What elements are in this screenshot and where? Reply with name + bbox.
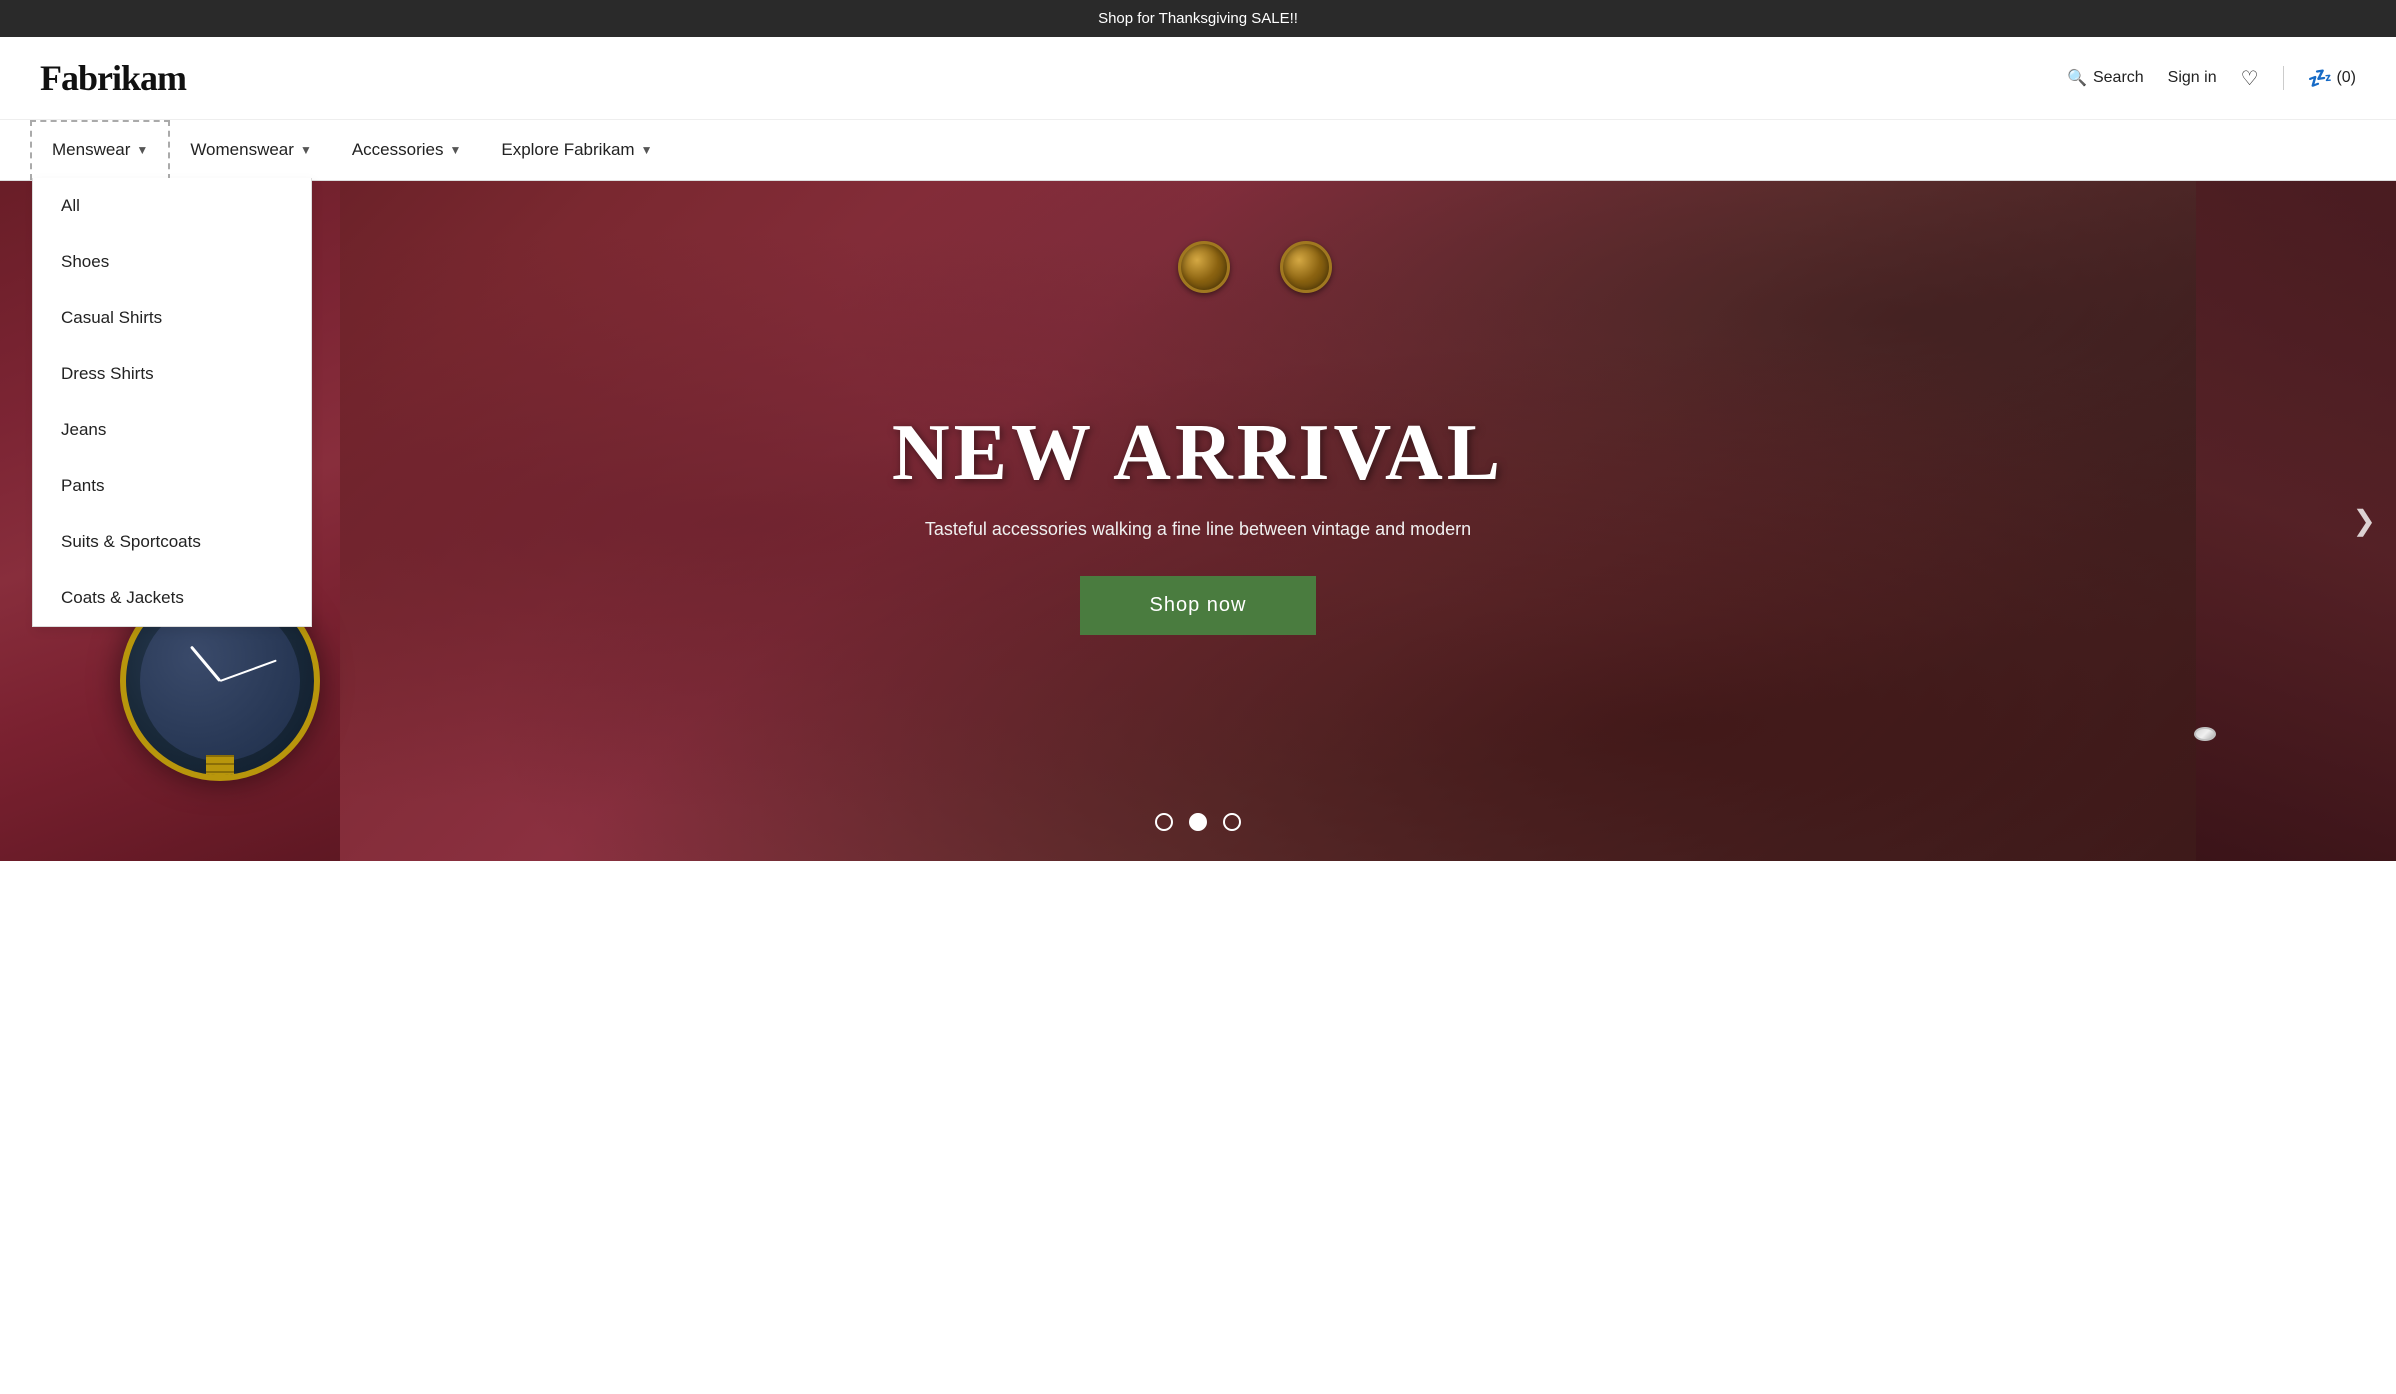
dropdown-item-dress-shirts[interactable]: Dress Shirts xyxy=(33,346,311,402)
menswear-dropdown: All Shoes Casual Shirts Dress Shirts Jea… xyxy=(32,178,312,627)
header: Fabrikam 🔍 Search Sign in ♡ 💤 (0) xyxy=(0,37,2396,120)
chevron-down-icon: ▼ xyxy=(300,143,312,157)
dropdown-item-pants[interactable]: Pants xyxy=(33,458,311,514)
carousel-dots xyxy=(1155,813,1241,831)
banner-text: Shop for Thanksgiving SALE!! xyxy=(1098,10,1298,27)
cart-button[interactable]: 💤 (0) xyxy=(2308,66,2356,91)
search-label: Search xyxy=(2093,69,2144,87)
watch-hour-hand xyxy=(190,646,221,682)
nav-item-accessories[interactable]: Accessories ▼ xyxy=(332,122,482,178)
chevron-down-icon: ▼ xyxy=(449,143,461,157)
signin-button[interactable]: Sign in xyxy=(2168,69,2217,87)
carousel-dot-3[interactable] xyxy=(1223,813,1241,831)
hero-content: NEW ARRIVAL Tasteful accessories walking… xyxy=(892,408,1504,635)
carousel-dot-1[interactable] xyxy=(1155,813,1173,831)
dropdown-item-suits[interactable]: Suits & Sportcoats xyxy=(33,514,311,570)
nav-label-explore: Explore Fabrikam xyxy=(501,140,634,160)
search-button[interactable]: 🔍 Search xyxy=(2067,68,2144,88)
hero-section: NEW ARRIVAL Tasteful accessories walking… xyxy=(0,181,2396,861)
search-icon: 🔍 xyxy=(2067,68,2087,88)
jacket-button-1 xyxy=(1178,241,1230,293)
dropdown-item-coats[interactable]: Coats & Jackets xyxy=(33,570,311,626)
carousel-dot-2[interactable] xyxy=(1189,813,1207,831)
jacket-button-2 xyxy=(1280,241,1332,293)
carousel-next-arrow[interactable]: ❯ xyxy=(2353,504,2376,538)
hero-title: NEW ARRIVAL xyxy=(892,408,1504,499)
nav-item-womenswear[interactable]: Womenswear ▼ xyxy=(170,122,332,178)
dropdown-item-shoes[interactable]: Shoes xyxy=(33,234,311,290)
logo[interactable]: Fabrikam xyxy=(40,57,186,99)
chevron-down-icon: ▼ xyxy=(136,143,148,157)
dropdown-item-casual-shirts[interactable]: Casual Shirts xyxy=(33,290,311,346)
dropdown-item-all[interactable]: All xyxy=(33,178,311,234)
top-banner: Shop for Thanksgiving SALE!! xyxy=(0,0,2396,37)
nav-label-womenswear: Womenswear xyxy=(190,140,294,160)
watch-minute-hand xyxy=(220,660,277,682)
nav-label-accessories: Accessories xyxy=(352,140,444,160)
watch-bracelet-bottom xyxy=(206,755,234,781)
ring-decoration xyxy=(2194,727,2216,741)
header-divider xyxy=(2283,66,2284,90)
cart-count: (0) xyxy=(2336,69,2356,87)
cart-icon: 💤 xyxy=(2308,66,2333,91)
dropdown-item-jeans[interactable]: Jeans xyxy=(33,402,311,458)
nav-label-menswear: Menswear xyxy=(52,140,130,160)
wishlist-button[interactable]: ♡ xyxy=(2241,66,2259,91)
hero-subtitle: Tasteful accessories walking a fine line… xyxy=(892,519,1504,540)
jacket-buttons xyxy=(1178,241,1332,293)
nav-item-explore[interactable]: Explore Fabrikam ▼ xyxy=(481,122,672,178)
navigation: Menswear ▼ All Shoes Casual Shirts Dress… xyxy=(0,120,2396,181)
shop-now-button[interactable]: Shop now xyxy=(1080,576,1317,635)
nav-item-menswear[interactable]: Menswear ▼ All Shoes Casual Shirts Dress… xyxy=(30,120,170,180)
header-actions: 🔍 Search Sign in ♡ 💤 (0) xyxy=(2067,66,2356,91)
chevron-down-icon: ▼ xyxy=(641,143,653,157)
